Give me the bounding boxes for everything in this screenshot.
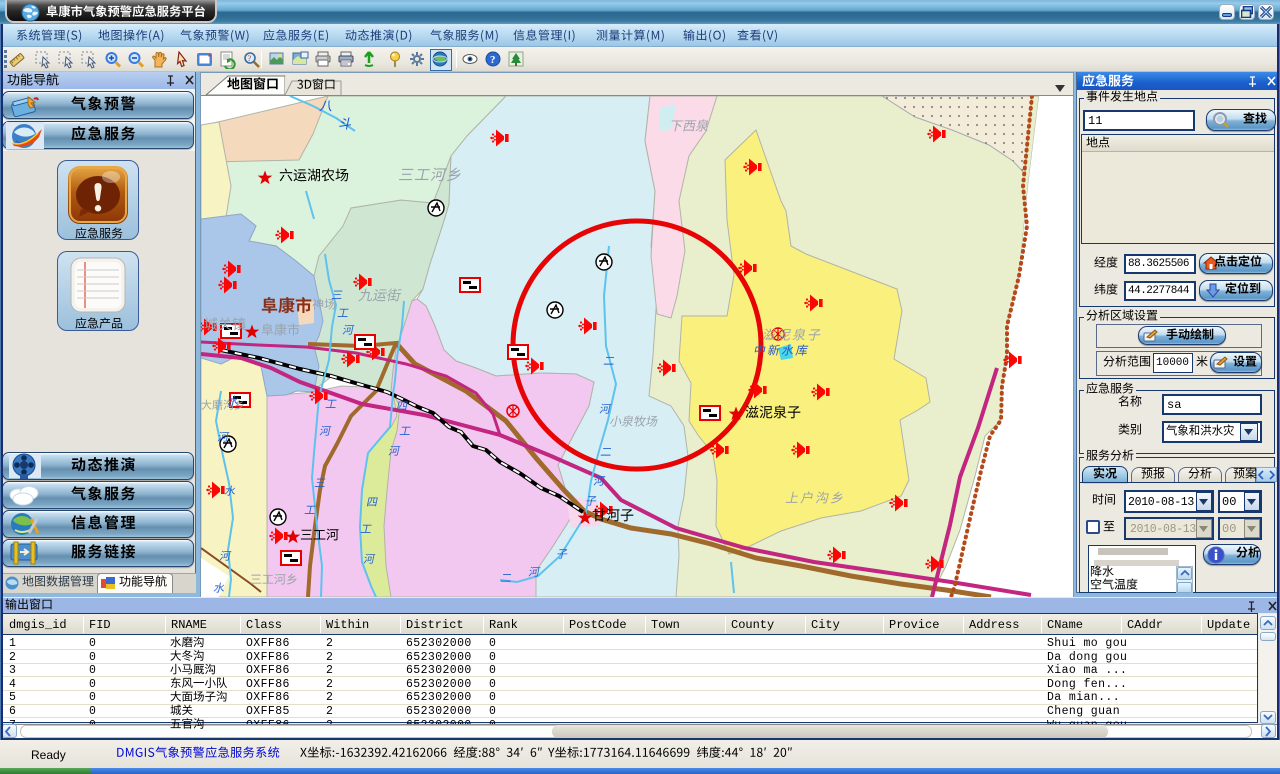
svg-text:?: ?: [490, 54, 496, 66]
svg-text:?: ?: [248, 54, 252, 63]
